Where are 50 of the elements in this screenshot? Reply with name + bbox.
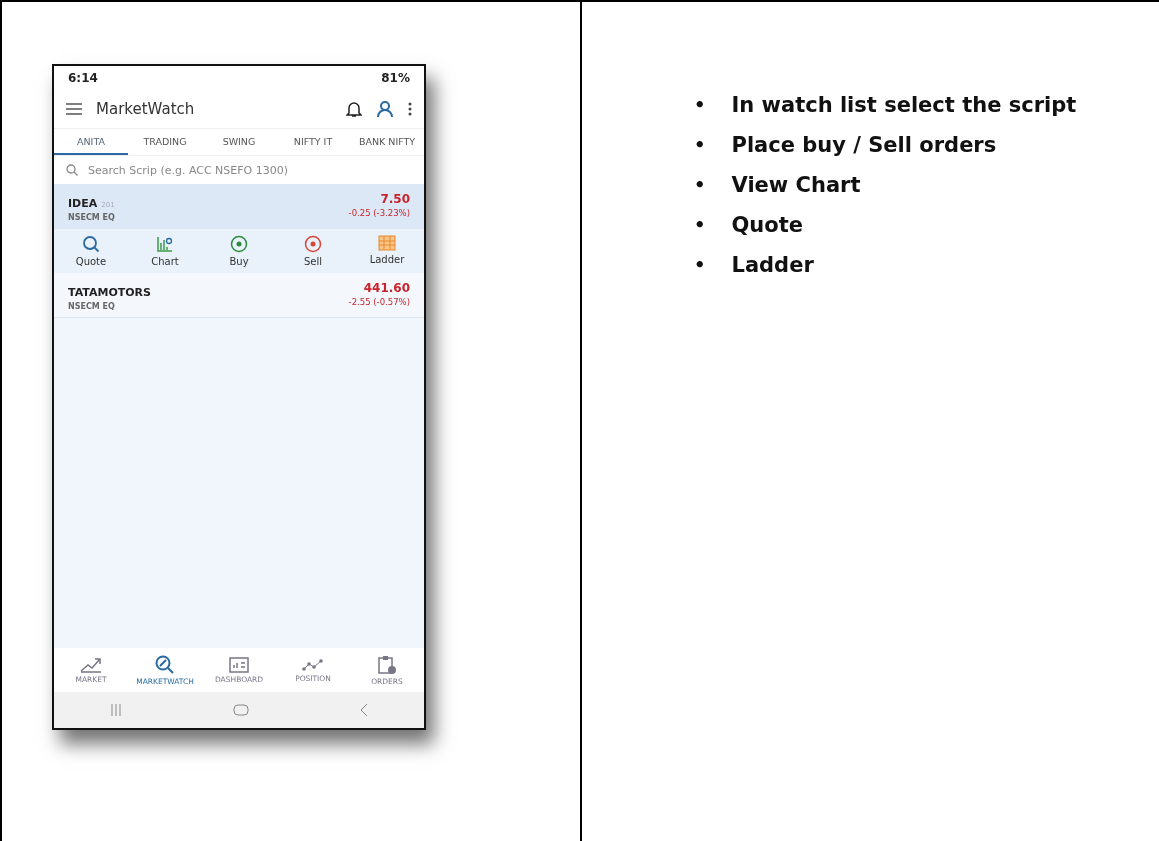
scrip-price: 441.60 — [362, 281, 410, 295]
bar-chart-icon — [156, 235, 174, 253]
bullet-marker: • — [694, 93, 706, 117]
exchange-label: NSECM EQ — [68, 213, 115, 222]
bullet-text: View Chart — [731, 172, 861, 199]
app-title: MarketWatch — [96, 100, 196, 118]
action-button[interactable]: Sell — [276, 235, 350, 267]
watchlist-tab[interactable]: TRADING — [128, 129, 202, 155]
more-icon[interactable] — [408, 102, 412, 116]
battery-level: 81% — [381, 71, 410, 85]
b-circle-icon — [230, 235, 248, 253]
back-icon[interactable] — [360, 703, 369, 717]
bullet-marker: • — [694, 253, 706, 277]
bullet-text: Quote — [731, 212, 804, 239]
user-icon[interactable] — [376, 100, 394, 118]
trend-up-icon — [80, 656, 102, 673]
search-icon — [155, 654, 175, 675]
clipboard-icon — [377, 654, 397, 675]
scrip-symbol: IDEA — [68, 197, 98, 210]
dashboard-icon — [229, 656, 249, 673]
bullet-marker: • — [694, 133, 706, 157]
scrip-row[interactable]: TATAMOTORS NSECM EQ 441.60 -2.55 (-0.57%) — [54, 273, 424, 318]
search-icon — [82, 235, 100, 253]
bullet-marker: • — [694, 173, 706, 197]
price-change: -2.55 (-0.57%) — [348, 297, 410, 307]
scrip-symbol: TATAMOTORS — [68, 286, 151, 299]
grid-icon — [378, 235, 396, 251]
action-button[interactable]: Ladder — [350, 235, 424, 267]
watchlist-tab[interactable]: BANK NIFTY — [350, 129, 424, 155]
bullet-text: Place buy / Sell orders — [731, 132, 997, 159]
action-button[interactable]: Quote — [54, 235, 128, 267]
status-time: 6:14 — [68, 71, 98, 85]
scrip-price: 7.50 — [379, 192, 410, 206]
action-button[interactable]: Chart — [128, 235, 202, 267]
menu-icon[interactable] — [66, 103, 82, 115]
search-bar[interactable]: Search Scrip (e.g. ACC NSEFO 1300) — [54, 155, 424, 184]
bell-icon[interactable] — [346, 100, 362, 118]
bullet-marker: • — [694, 213, 706, 237]
action-button[interactable]: Buy — [202, 235, 276, 267]
price-change: -0.25 (-3.23%) — [348, 208, 410, 218]
bullet-text: Ladder — [731, 252, 814, 279]
line-nodes-icon — [302, 657, 324, 672]
home-icon[interactable] — [233, 704, 249, 716]
watchlist-tab[interactable]: SWING — [202, 129, 276, 155]
bullet-text: In watch list select the script — [731, 92, 1077, 119]
watchlist-tab[interactable]: NIFTY IT — [276, 129, 350, 155]
search-input[interactable]: Search Scrip (e.g. ACC NSEFO 1300) — [86, 162, 412, 178]
exchange-label: NSECM EQ — [68, 302, 116, 311]
s-circle-icon — [304, 235, 322, 253]
search-icon — [66, 164, 78, 176]
